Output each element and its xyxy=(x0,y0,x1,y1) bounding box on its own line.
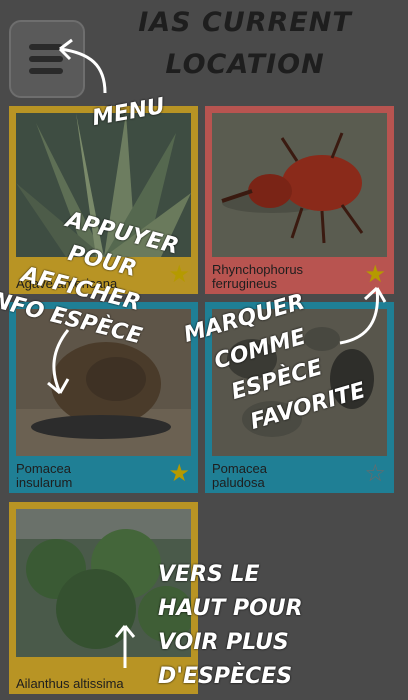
title-line-2: LOCATION xyxy=(165,49,325,80)
app-screen: IAS CURRENT LOCATION Agave americana ★ R… xyxy=(0,0,408,700)
menu-hint-arrow xyxy=(58,38,107,94)
favorite-star-icon[interactable]: ☆ xyxy=(364,461,386,485)
favorite-star-icon[interactable]: ★ xyxy=(168,461,190,485)
page-title: IAS CURRENT LOCATION xyxy=(110,2,380,86)
species-photo-rhynchophorus xyxy=(212,113,387,257)
species-name: Ailanthus altissima xyxy=(16,676,124,691)
title-line-1: IAS CURRENT xyxy=(138,7,352,38)
scroll-hint: VERS LE HAUT POUR VOIR PLUS D'ESPÈCES xyxy=(158,562,303,689)
favorite-hint-arrow xyxy=(339,286,387,345)
info-hint-arrow xyxy=(47,329,70,395)
species-name: Pomacea paludosa xyxy=(212,461,267,490)
species-card-rhynchophorus[interactable]: Rhynchophorus ferrugineus ★ xyxy=(205,106,394,294)
species-name: Pomacea insularum xyxy=(16,461,73,490)
scroll-hint-arrow xyxy=(114,625,136,668)
